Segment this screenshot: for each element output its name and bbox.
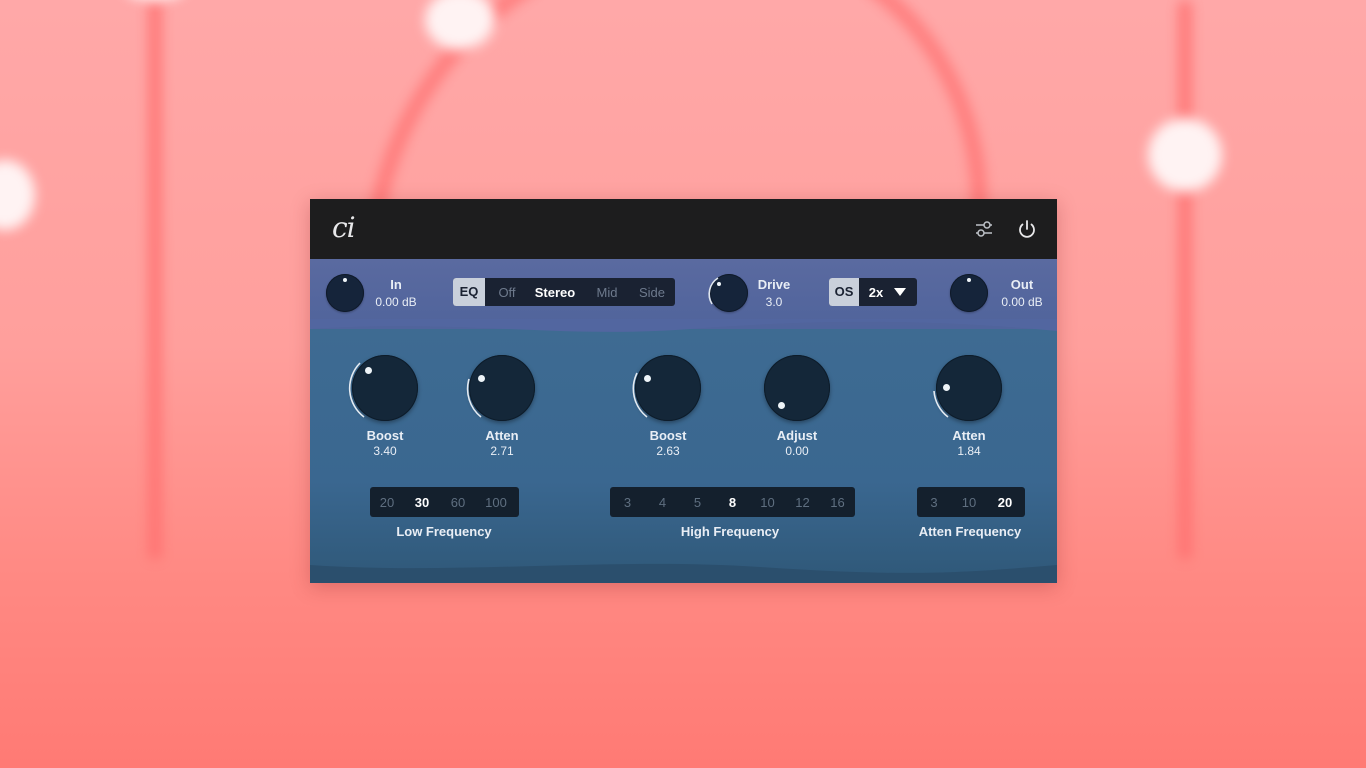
high-frequency-label: High Frequency <box>680 524 780 539</box>
atten-freq-10[interactable]: 10 <box>951 495 987 510</box>
high-boost-value: 2.63 <box>656 444 680 458</box>
high-boost-arc <box>632 372 648 418</box>
atten-arc <box>933 390 949 418</box>
background-dot-3 <box>1148 118 1222 192</box>
high-adjust-knob[interactable] <box>764 355 830 421</box>
high-freq-10[interactable]: 10 <box>750 495 785 510</box>
atten-value: 1.84 <box>957 444 981 458</box>
high-frequency-selector: 3 4 5 8 10 12 16 <box>610 487 855 517</box>
os-value[interactable]: 2x <box>859 285 893 300</box>
in-value: 0.00 dB <box>375 295 417 309</box>
high-adjust-label: Adjust <box>776 428 818 443</box>
background-rail-right <box>1178 0 1192 560</box>
plugin-window: ci In 0.00 dB EQ Off Stereo Mid Side Dri… <box>310 199 1057 583</box>
drive-value: 3.0 <box>765 295 783 309</box>
low-frequency-selector: 20 30 60 100 <box>370 487 519 517</box>
high-freq-3[interactable]: 3 <box>610 495 645 510</box>
atten-label: Atten <box>952 428 986 443</box>
low-atten-arc <box>466 378 482 418</box>
low-freq-60[interactable]: 60 <box>440 495 476 510</box>
atten-freq-20[interactable]: 20 <box>987 495 1023 510</box>
sliders-icon[interactable] <box>972 217 996 241</box>
low-atten-label: Atten <box>485 428 519 443</box>
panel-wave-top <box>310 319 1057 332</box>
atten-freq-3[interactable]: 3 <box>917 495 951 510</box>
mode-side[interactable]: Side <box>633 285 671 300</box>
mode-stereo[interactable]: Stereo <box>529 285 581 300</box>
high-adjust-value: 0.00 <box>785 444 809 458</box>
atten-frequency-label: Atten Frequency <box>918 524 1022 539</box>
title-bar: ci <box>310 199 1057 259</box>
high-freq-12[interactable]: 12 <box>785 495 820 510</box>
in-label: In <box>390 277 402 292</box>
dropdown-arrow-icon[interactable] <box>893 287 907 297</box>
os-badge: OS <box>829 278 859 306</box>
eq-mode-selector: EQ Off Stereo Mid Side <box>453 278 675 306</box>
high-freq-5[interactable]: 5 <box>680 495 715 510</box>
atten-frequency-selector: 3 10 20 <box>917 487 1025 517</box>
high-boost-label: Boost <box>649 428 687 443</box>
low-freq-100[interactable]: 100 <box>476 495 516 510</box>
high-freq-8[interactable]: 8 <box>715 495 750 510</box>
eq-badge[interactable]: EQ <box>453 278 485 306</box>
in-knob[interactable] <box>326 274 364 312</box>
low-freq-20[interactable]: 20 <box>370 495 404 510</box>
mode-mid[interactable]: Mid <box>581 285 633 300</box>
low-boost-value: 3.40 <box>373 444 397 458</box>
drive-label: Drive <box>757 277 791 292</box>
high-freq-16[interactable]: 16 <box>820 495 855 510</box>
low-atten-value: 2.71 <box>490 444 514 458</box>
background-rail-left <box>148 0 162 560</box>
out-label: Out <box>1010 277 1034 292</box>
panel-wave-bottom <box>310 563 1057 583</box>
power-icon[interactable] <box>1015 217 1039 241</box>
low-frequency-label: Low Frequency <box>396 524 492 539</box>
out-knob[interactable] <box>950 274 988 312</box>
low-boost-label: Boost <box>366 428 404 443</box>
drive-knob-arc <box>708 277 719 305</box>
low-freq-30[interactable]: 30 <box>404 495 440 510</box>
low-boost-arc <box>348 362 365 418</box>
eq-panel: Boost 3.40 Atten 2.71 Boost 2.63 Adjust … <box>310 319 1057 583</box>
out-value: 0.00 dB <box>1001 295 1043 309</box>
high-freq-4[interactable]: 4 <box>645 495 680 510</box>
app-logo: ci <box>332 211 356 244</box>
oversampling-selector: OS 2x <box>829 278 917 306</box>
mode-off[interactable]: Off <box>485 285 529 300</box>
background-dot-1 <box>0 160 35 230</box>
